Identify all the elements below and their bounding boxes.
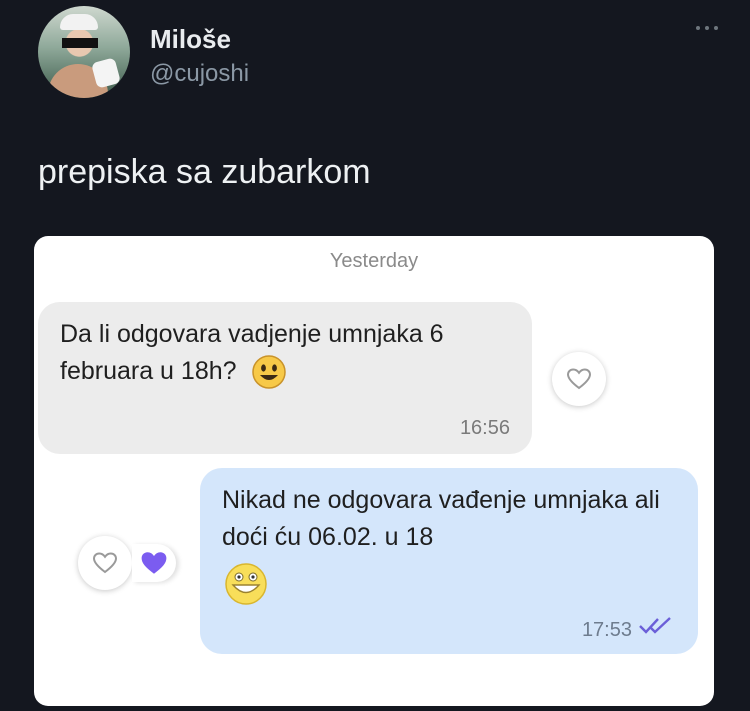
display-name[interactable]: Miloše	[150, 24, 231, 55]
outgoing-message: Nikad ne odgovara vađenje umnjaka ali do…	[200, 468, 698, 654]
user-handle[interactable]: @cujoshi	[150, 60, 249, 88]
incoming-message: Da li odgovara vadjenje umnjaka 6 februa…	[38, 302, 532, 454]
chat-screenshot: Yesterday Da li odgovara vadjenje umnjak…	[34, 236, 714, 706]
tweet-text: prepiska sa zubarkom	[38, 153, 371, 191]
message-time: 16:56	[459, 417, 510, 439]
heart-outline-icon[interactable]	[78, 536, 132, 590]
heart-outline-icon[interactable]	[552, 352, 606, 406]
day-separator: Yesterday	[329, 250, 419, 272]
tweet-header: Miloše @cujoshi	[38, 4, 718, 104]
avatar[interactable]	[38, 6, 130, 98]
grinning-face-icon	[225, 563, 267, 605]
heart-filled-icon[interactable]	[132, 544, 176, 582]
double-check-icon	[639, 617, 671, 634]
message-text: Nikad ne odgovara vađenje umnjaka ali do…	[222, 486, 660, 551]
smiling-face-icon	[252, 355, 287, 390]
message-time: 17:53	[581, 619, 632, 641]
more-horizontal-icon[interactable]	[688, 22, 718, 34]
